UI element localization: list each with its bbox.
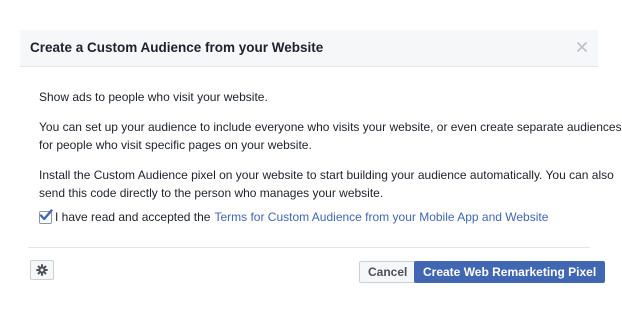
dialog-title: Create a Custom Audience from your Websi…: [30, 40, 324, 55]
dialog-header: Create a Custom Audience from your Websi…: [20, 30, 598, 67]
close-icon[interactable]: [574, 39, 590, 55]
settings-button[interactable]: [30, 260, 54, 280]
checkmark-icon: [39, 208, 53, 220]
terms-link[interactable]: Terms for Custom Audience from your Mobi…: [214, 208, 548, 226]
audience-description-line-1: You can set up your audience to include …: [39, 120, 622, 134]
custom-audience-dialog: Create a Custom Audience from your Websi…: [20, 30, 622, 294]
gear-icon: [36, 264, 48, 276]
footer-divider: [28, 247, 590, 248]
create-web-remarketing-pixel-button[interactable]: Create Web Remarketing Pixel: [414, 261, 606, 283]
intro-text: Show ads to people who visit your websit…: [39, 90, 268, 104]
audience-description-line-2: for people who visit specific pages on y…: [39, 138, 312, 152]
audience-description: You can set up your audience to include …: [39, 118, 622, 154]
terms-consent-row: I have read and accepted the Terms for C…: [39, 208, 548, 226]
pixel-install-line-2: send this code directly to the person wh…: [39, 186, 384, 200]
pixel-install-description: Install the Custom Audience pixel on you…: [39, 166, 614, 202]
terms-consent-label: I have read and accepted the: [55, 210, 211, 224]
pixel-install-line-1: Install the Custom Audience pixel on you…: [39, 168, 614, 182]
cancel-button[interactable]: Cancel: [359, 261, 417, 283]
terms-checkbox[interactable]: [39, 208, 53, 224]
